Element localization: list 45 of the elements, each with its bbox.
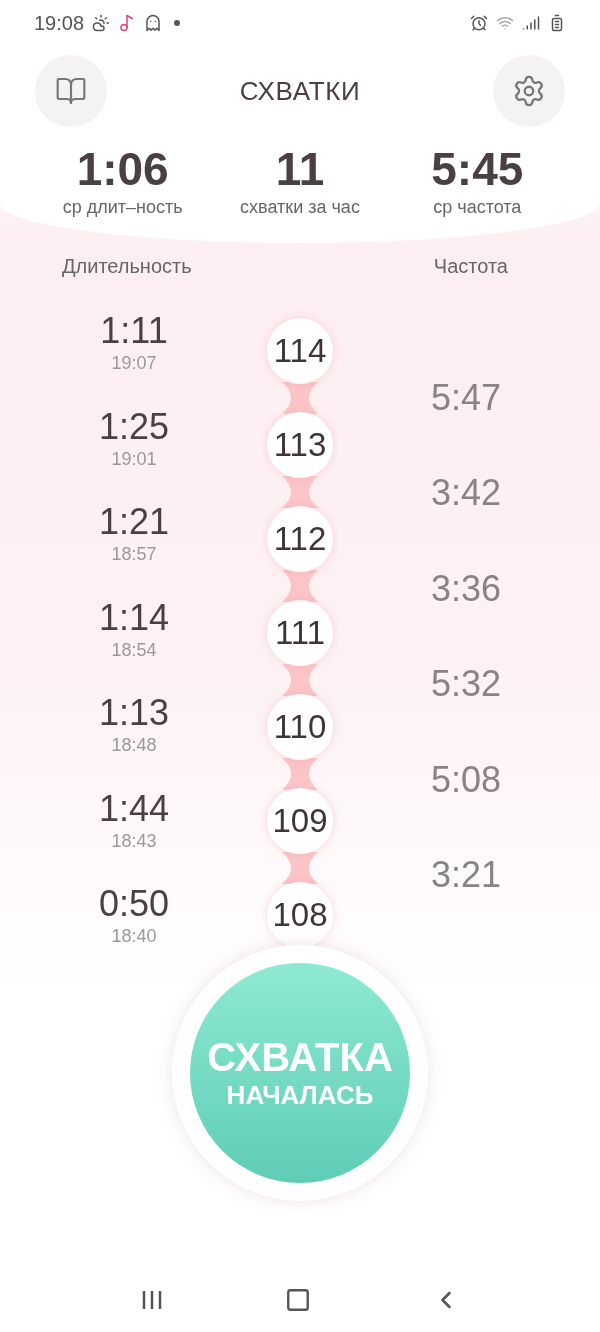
signal-icon (522, 13, 540, 32)
start-time: 19:01 (111, 447, 157, 471)
interval-value: 3:36 (430, 566, 502, 611)
stat-value: 11 (275, 143, 325, 195)
interval-value: 5:08 (430, 757, 502, 802)
stat-value: 5:45 (431, 143, 524, 195)
screen-title: СХВАТКИ (239, 74, 361, 108)
stat-value: 1:06 (76, 143, 169, 195)
interval-value: 3:21 (430, 853, 502, 898)
start-time: 18:40 (111, 925, 157, 948)
duration-value: 1:21 (98, 502, 170, 542)
contraction-number: 111 (267, 600, 333, 666)
stat-label: схватки за час (239, 196, 361, 219)
start-time: 19:07 (111, 352, 157, 375)
start-time: 18:48 (111, 734, 157, 757)
contraction-number: 114 (267, 318, 333, 384)
contraction-number: 110 (267, 694, 333, 760)
stat-label: ср частота (432, 196, 523, 219)
book-icon (55, 75, 87, 107)
duration-value: 0:50 (98, 884, 170, 924)
home-icon[interactable] (285, 1287, 311, 1313)
start-time: 18:54 (111, 638, 157, 662)
duration-value: 1:14 (98, 597, 170, 638)
status-time: 19:08 (34, 10, 85, 36)
start-time: 18:43 (111, 829, 157, 853)
duration-value: 1:25 (98, 406, 170, 447)
contraction-number: 109 (267, 788, 333, 854)
interval-value: 5:47 (430, 375, 502, 420)
weather-icon (92, 13, 111, 32)
contraction-start-button[interactable]: СХВАТКА НАЧАЛАСЬ (190, 963, 410, 1183)
duration-value: 1:13 (98, 693, 170, 733)
column-header: Длительность (62, 254, 192, 279)
contraction-number: 112 (267, 506, 333, 572)
contraction-number: 113 (267, 412, 333, 478)
contraction-number: 108 (267, 882, 333, 948)
alarm-icon (470, 13, 488, 32)
stat-label: ср длит–ность (61, 196, 184, 219)
duration-value: 1:11 (100, 311, 168, 351)
settings-icon (512, 74, 546, 108)
ghost-icon (144, 13, 163, 32)
start-time: 18:57 (111, 543, 157, 566)
interval-value: 3:42 (430, 471, 502, 516)
column-header: Частота (433, 254, 508, 279)
interval-value: 5:32 (430, 662, 502, 707)
duration-value: 1:44 (98, 788, 170, 829)
